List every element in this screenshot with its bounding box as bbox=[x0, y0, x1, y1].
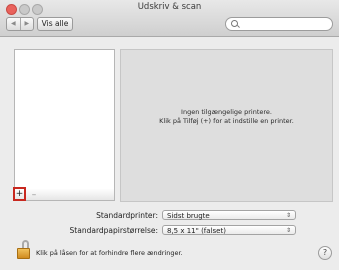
add-printer-button[interactable]: + bbox=[13, 187, 26, 201]
default-paper-popup[interactable]: 8,5 x 11" (falset) ⇕ bbox=[162, 225, 296, 235]
forward-arrow-icon[interactable]: ▶ bbox=[21, 18, 34, 30]
no-printers-line: Ingen tilgængelige printere. bbox=[181, 108, 272, 116]
lock-icon[interactable] bbox=[17, 240, 30, 259]
back-arrow-icon[interactable]: ◀ bbox=[7, 18, 21, 30]
search-field[interactable] bbox=[225, 17, 333, 31]
printer-detail-pane: Ingen tilgængelige printere. Klik på Til… bbox=[120, 49, 333, 202]
title-bar: Udskriv & scan ◀ ▶ Vis alle bbox=[0, 0, 339, 37]
show-all-button[interactable]: Vis alle bbox=[37, 17, 73, 31]
no-printers-message: Ingen tilgængelige printere. Klik på Til… bbox=[121, 108, 332, 126]
help-button[interactable]: ? bbox=[318, 246, 332, 260]
lock-instruction: Klik på låsen for at forhindre flere ænd… bbox=[36, 249, 183, 257]
popup-arrows-icon: ⇕ bbox=[285, 227, 291, 234]
search-icon bbox=[231, 20, 238, 27]
default-printer-value: Sidst brugte bbox=[167, 212, 210, 220]
default-printer-label: Standardprinter: bbox=[96, 211, 158, 220]
printer-list[interactable] bbox=[14, 49, 115, 190]
default-paper-value: 8,5 x 11" (falset) bbox=[167, 227, 226, 235]
popup-arrows-icon: ⇕ bbox=[285, 212, 291, 219]
back-forward-control: ◀ ▶ bbox=[6, 17, 34, 31]
window-title: Udskriv & scan bbox=[137, 2, 202, 12]
print-scan-window: Udskriv & scan ◀ ▶ Vis alle + – Ingen ti… bbox=[0, 0, 339, 270]
default-paper-label: Standardpapirstørrelse: bbox=[69, 226, 158, 235]
default-printer-popup[interactable]: Sidst brugte ⇕ bbox=[162, 210, 296, 220]
remove-printer-button[interactable]: – bbox=[29, 190, 39, 200]
search-input[interactable] bbox=[240, 18, 328, 30]
add-printer-hint: Klik på Tilføj (+) for at indstille en p… bbox=[159, 117, 294, 125]
